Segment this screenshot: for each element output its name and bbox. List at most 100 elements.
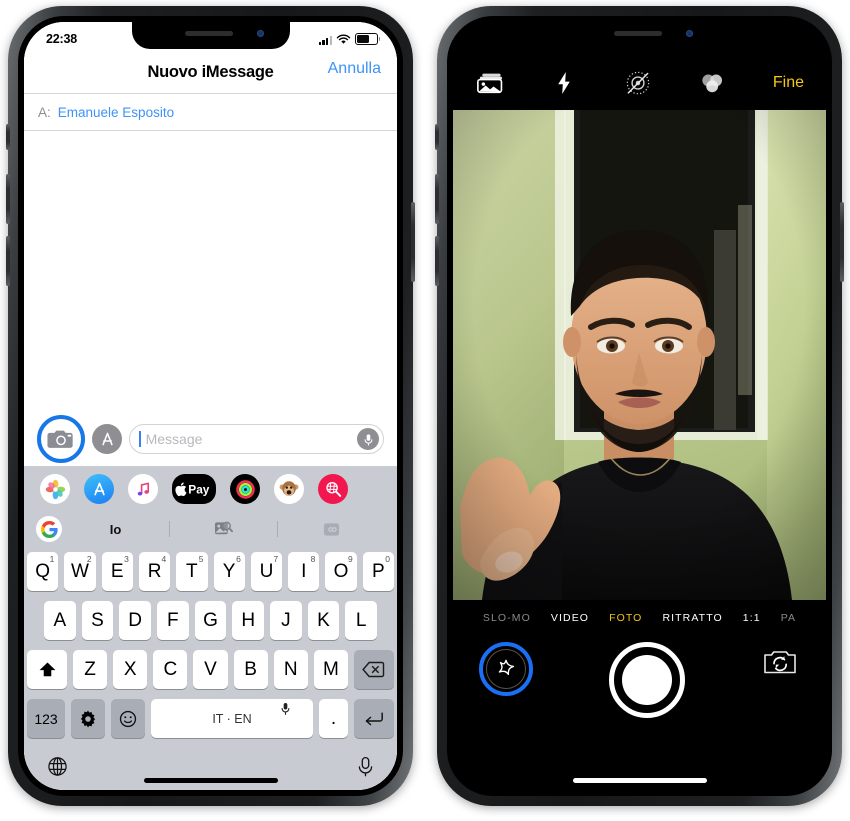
globe-key[interactable] [47, 756, 68, 782]
conversation-area [24, 131, 397, 412]
return-key[interactable] [354, 699, 394, 738]
camera-flip-button[interactable] [760, 642, 800, 682]
recipient-name[interactable]: Emanuele Esposito [58, 105, 174, 120]
backspace-icon [362, 661, 385, 678]
gif-search-icon[interactable] [278, 521, 385, 538]
shutter-button[interactable] [608, 642, 685, 718]
key-g[interactable]: G [194, 601, 227, 640]
volume-up-button[interactable] [435, 174, 439, 224]
key-y[interactable]: 6Y [213, 552, 245, 591]
camera-button[interactable] [37, 415, 85, 463]
shift-key[interactable] [27, 650, 67, 689]
emoji-key[interactable] [111, 699, 145, 738]
key-q[interactable]: 1Q [27, 552, 59, 591]
space-key[interactable]: IT · EN [151, 699, 313, 738]
apple-pay-app-icon[interactable]: Pay [172, 474, 216, 504]
key-a[interactable]: A [43, 601, 76, 640]
numbers-key[interactable]: 123 [27, 699, 65, 738]
period-key[interactable]: . [319, 699, 348, 738]
message-input[interactable]: Message [129, 424, 384, 454]
volume-down-button[interactable] [6, 236, 10, 286]
recipient-row[interactable]: A: Emanuele Esposito [24, 94, 397, 131]
home-indicator[interactable] [143, 778, 278, 783]
effects-button[interactable] [479, 642, 533, 696]
key-m[interactable]: M [313, 650, 348, 689]
camera-mode-selector[interactable]: SLO-MO VIDEO FOTO RITRATTO 1:1 PA [453, 600, 826, 636]
live-photo-button[interactable] [625, 70, 651, 96]
key-r[interactable]: 4R [138, 552, 171, 591]
dictation-key[interactable] [357, 756, 374, 782]
key-u[interactable]: 7U [250, 552, 283, 591]
home-indicator[interactable] [572, 778, 707, 783]
key-p[interactable]: 0P [362, 552, 394, 591]
mute-switch[interactable] [6, 124, 10, 150]
side-power-button[interactable] [411, 202, 415, 282]
mode-ritratto[interactable]: RITRATTO [662, 612, 722, 624]
shift-arrow-icon [39, 662, 55, 677]
volume-down-button[interactable] [435, 236, 439, 286]
mode-video[interactable]: VIDEO [551, 612, 589, 624]
key-label: W [70, 560, 89, 582]
camera-bottom-controls [453, 636, 826, 790]
imessage-app-drawer: Pay [24, 466, 397, 512]
filters-button[interactable] [699, 70, 725, 96]
volume-up-button[interactable] [6, 174, 10, 224]
mode-pano[interactable]: PA [781, 612, 796, 624]
gif-loop-icon [323, 522, 340, 536]
side-power-button[interactable] [840, 202, 844, 282]
keyboard-settings-key[interactable] [71, 699, 105, 738]
gallery-button[interactable] [477, 70, 503, 96]
image-search-icon[interactable] [170, 520, 277, 538]
dictation-button[interactable] [357, 428, 379, 450]
animoji-app-icon[interactable] [274, 474, 304, 504]
wifi-icon [336, 34, 351, 44]
key-t[interactable]: 5T [176, 552, 208, 591]
key-w[interactable]: 2W [64, 552, 96, 591]
messages-app: 22:38 Nuovo iMessage Annulla A: Emanuele… [24, 22, 397, 790]
key-label: U [259, 560, 274, 582]
right-phone-device: Fine SLO-MO VIDEO FOTO RITRATTO 1:1 PA [435, 6, 844, 806]
key-e[interactable]: 3E [101, 552, 133, 591]
music-app-icon[interactable] [128, 474, 158, 504]
key-j[interactable]: J [270, 601, 302, 640]
mute-switch[interactable] [435, 124, 439, 150]
camera-viewfinder[interactable] [453, 110, 826, 600]
activity-app-icon[interactable] [230, 474, 260, 504]
app-store-button[interactable] [92, 424, 122, 454]
key-v[interactable]: V [193, 650, 228, 689]
globe-icon [48, 757, 67, 776]
suggestion-item-1[interactable]: Io [62, 522, 169, 537]
flash-button[interactable] [551, 70, 577, 96]
google-g-icon[interactable] [36, 516, 62, 542]
keyboard-row-2: A S D F G H J K L [27, 601, 394, 640]
color-filters-icon [702, 74, 722, 93]
mode-slomo[interactable]: SLO-MO [483, 612, 531, 624]
backspace-key[interactable] [353, 650, 394, 689]
mode-square[interactable]: 1:1 [743, 612, 761, 624]
cancel-button[interactable]: Annulla [328, 60, 381, 78]
mode-foto[interactable]: FOTO [609, 612, 642, 624]
key-label: R [147, 560, 162, 582]
keyboard-suggestion-row: Io [24, 512, 397, 546]
key-d[interactable]: D [119, 601, 151, 640]
key-x[interactable]: X [113, 650, 148, 689]
recipient-label: A: [38, 104, 51, 120]
key-c[interactable]: C [153, 650, 188, 689]
key-b[interactable]: B [233, 650, 268, 689]
gear-icon [80, 710, 96, 727]
key-k[interactable]: K [307, 601, 340, 640]
key-s[interactable]: S [81, 601, 114, 640]
key-h[interactable]: H [232, 601, 265, 640]
images-app-icon[interactable] [318, 474, 348, 504]
key-o[interactable]: 9O [325, 552, 357, 591]
photos-app-icon[interactable] [40, 474, 70, 504]
key-i[interactable]: 8I [288, 552, 320, 591]
apple-pay-icon: Pay [175, 482, 210, 497]
key-l[interactable]: L [345, 601, 378, 640]
key-z[interactable]: Z [73, 650, 108, 689]
key-n[interactable]: N [273, 650, 308, 689]
keyboard-row-4: 123 IT · EN . [27, 699, 394, 738]
app-store-app-icon[interactable] [84, 474, 114, 504]
done-button[interactable]: Fine [773, 74, 804, 92]
key-f[interactable]: F [157, 601, 189, 640]
